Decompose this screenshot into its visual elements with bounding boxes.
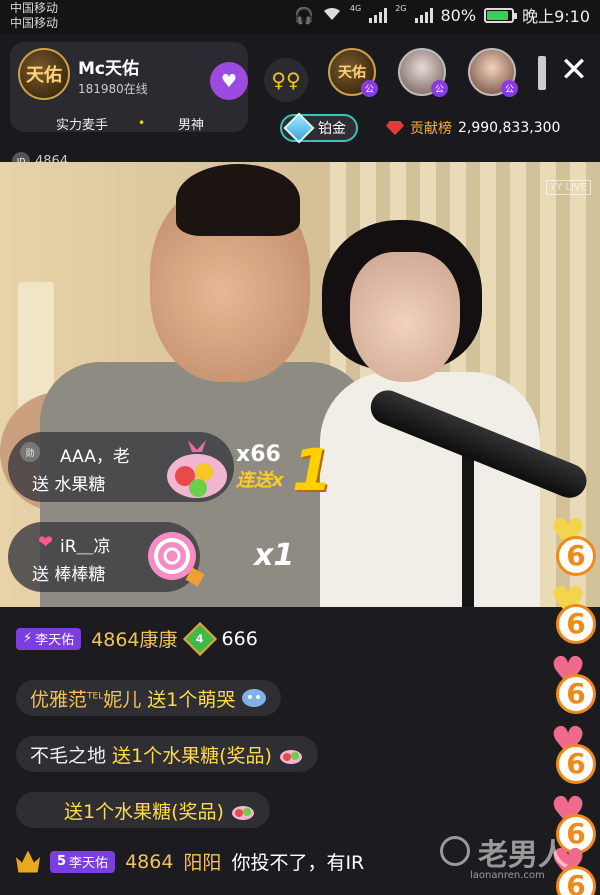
fan-badge-name: 李天佑 (69, 856, 109, 871)
camera-watermark: YY LIVE (546, 180, 592, 195)
fan-badge-level: 5 (57, 854, 67, 869)
viewer-avatar-1[interactable]: 天佑 公 (328, 48, 378, 97)
chat-message: 5 李天佑 4864 阳阳 你投不了，有IR (16, 848, 364, 875)
fan-badge: ⚡ 李天佑 (16, 627, 82, 650)
gift-count: x66 (236, 442, 281, 467)
guild-badge: 公 (501, 80, 518, 97)
lollipop-icon (148, 532, 205, 587)
six-badge: 6 (556, 744, 596, 784)
follow-button[interactable]: ♥ (210, 62, 248, 100)
headphone-icon: 🎧 (293, 5, 314, 25)
audience-list-button[interactable]: ♀♀ (264, 58, 308, 102)
viewer-avatar-3[interactable]: 公 (468, 48, 518, 97)
battery-icon (484, 7, 518, 23)
chat-username-2[interactable]: 阳阳 (183, 848, 221, 875)
gift-sender: AAA，老 (60, 447, 130, 467)
chat-username[interactable]: 不毛之地 (30, 741, 106, 768)
combo-number: 1 (292, 436, 333, 504)
room-header: 天佑 Mc天佑 181980在线 实力麦手 • 男神 ♥ ♀♀ 天佑 公 公 公… (0, 34, 600, 170)
viewer-avatar-partial[interactable] (538, 56, 546, 90)
users-icon: ♀♀ (271, 68, 301, 92)
chat-username[interactable]: 优雅范TEL妮儿 (30, 685, 141, 712)
crying-face-icon (242, 689, 267, 707)
chat-text: 666 (221, 627, 258, 650)
carrier-label-1: 中国移动 (10, 1, 59, 15)
gift-count: x1 (254, 538, 295, 573)
network-type-2: 2G (395, 4, 407, 13)
fan-badge-name: 李天佑 (35, 633, 75, 648)
six-badge: 6 (556, 536, 596, 576)
contribution-label: 贡献榜 (410, 121, 452, 137)
chat-text: 你投不了，有IR (231, 852, 365, 874)
contribution-value: 2,990,833,300 (458, 120, 561, 136)
gift-action: 送 水果糖 (32, 475, 106, 495)
anchor-level-badge[interactable]: 铂金 (280, 112, 358, 144)
level-label: 铂金 (318, 121, 346, 137)
gift-action: 送 棒棒糖 (32, 565, 106, 585)
anchor-tag-title: 男神 (178, 118, 205, 133)
online-count: 181980在线 (78, 82, 148, 96)
network-type-1: 4G (349, 4, 362, 13)
guild-badge: 公 (431, 80, 448, 97)
battery-percent: 80% (440, 5, 477, 25)
fruit-candy-icon (231, 806, 254, 820)
watermark-text: 老男人 (478, 838, 568, 873)
wifi-icon (322, 5, 342, 25)
fruit-candy-icon (167, 440, 227, 498)
diamond-icon (283, 112, 315, 144)
chat-username[interactable]: 4864 (125, 851, 173, 873)
chat-text: 送1个水果糖(奖品) (112, 744, 272, 767)
six-badge: 6 (556, 674, 596, 714)
anchor-card[interactable]: 天佑 Mc天佑 181980在线 实力麦手 • 男神 ♥ (10, 42, 248, 133)
performer-male-hair (176, 164, 300, 236)
crown-icon (16, 850, 40, 873)
anchor-tag-skill: 实力麦手 (56, 118, 109, 133)
contribution-ranking[interactable]: 贡献榜 2,990,833,300 (386, 118, 560, 138)
medal-badge: 勋 (20, 442, 40, 462)
watermark-logo-icon (440, 836, 470, 866)
chat-message: 优雅范TEL妮儿 送1个萌哭 (16, 680, 282, 716)
chat-message: 送1个水果糖(奖品) (16, 792, 270, 828)
watermark-url: laonanren.com (470, 870, 545, 881)
gem-icon (386, 121, 404, 135)
viewer-avatar-2[interactable]: 公 (398, 48, 448, 97)
fruit-candy-icon (279, 750, 302, 764)
close-button[interactable]: ✕ (554, 48, 594, 92)
carrier-label-2: 中国移动 (10, 16, 59, 30)
chat-text: 送1个萌哭 (147, 688, 236, 711)
mic-stand (462, 442, 474, 607)
heart-wings-icon: ♥ (220, 70, 238, 92)
gift-sender: iR＿凉 (60, 537, 111, 557)
chat-message: 不毛之地 送1个水果糖(奖品) (16, 736, 318, 772)
signal-icon-2 (414, 7, 433, 23)
anchor-name: Mc天佑 (78, 59, 139, 79)
signal-icon-1 (369, 7, 388, 23)
chat-message: ⚡ 李天佑 4864康康 4 666 (16, 621, 258, 656)
performer-female-face (350, 252, 460, 382)
chat-text: 送1个水果糖(奖品) (64, 800, 224, 823)
fan-badge: 5 李天佑 (50, 850, 116, 873)
anchor-avatar[interactable]: 天佑 (18, 48, 70, 100)
site-watermark: 老男人 laonanren.com (440, 826, 600, 892)
tag-separator: • (138, 116, 146, 130)
status-icons: 🎧 4G 2G 80% 晚上9:10 (294, 4, 590, 26)
status-bar: 中国移动 中国移动 🎧 4G 2G 80% 晚上9:10 (0, 0, 600, 34)
guild-badge: 公 (361, 80, 378, 97)
viewer-avatar-1-text: 天佑 (338, 65, 366, 81)
combo-label: 连送x (236, 470, 284, 491)
medal-icon: 4 (182, 621, 217, 656)
bolt-icon: ⚡ (23, 631, 33, 646)
chat-username[interactable]: 4864康康 (91, 625, 177, 652)
heart-icon: ❤ (38, 532, 54, 553)
six-badge: 6 (556, 604, 596, 644)
clock: 晚上9:10 (522, 7, 590, 26)
